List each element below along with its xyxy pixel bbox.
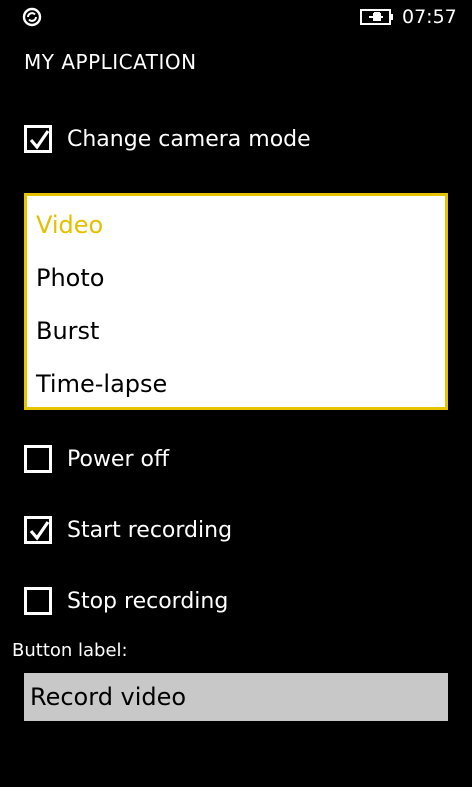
clock: 07:57 xyxy=(402,6,457,28)
button-label-input[interactable]: Record video xyxy=(24,673,448,721)
start-recording-checkbox[interactable]: Start recording xyxy=(24,513,232,547)
list-item-time-lapse[interactable]: Time-lapse xyxy=(36,370,167,398)
stop-recording-checkbox[interactable]: Stop recording xyxy=(24,584,228,618)
checkbox-box[interactable] xyxy=(24,125,52,153)
power-off-checkbox[interactable]: Power off xyxy=(24,442,169,476)
checkmark-icon xyxy=(29,130,50,150)
checkbox-label: Stop recording xyxy=(67,588,229,614)
list-item-video[interactable]: Video xyxy=(36,211,103,239)
checkbox-label: Change camera mode xyxy=(67,126,311,152)
checkbox-label: Power off xyxy=(67,446,170,472)
checkbox-box[interactable] xyxy=(24,445,52,473)
app-title: MY APPLICATION xyxy=(24,50,197,74)
checkbox-box[interactable] xyxy=(24,587,52,615)
checkbox-label: Start recording xyxy=(67,517,233,543)
camera-mode-list[interactable]: Video Photo Burst Time-lapse xyxy=(24,193,448,410)
change-camera-mode-checkbox[interactable]: Change camera mode xyxy=(24,122,311,156)
battery-charging-icon xyxy=(360,9,393,25)
checkbox-box[interactable] xyxy=(24,516,52,544)
list-item-burst[interactable]: Burst xyxy=(36,317,99,345)
sync-icon xyxy=(22,7,42,27)
checkmark-icon xyxy=(29,521,50,541)
button-label-caption: Button label: xyxy=(12,640,128,661)
list-item-photo[interactable]: Photo xyxy=(36,264,104,292)
status-bar: 07:57 xyxy=(0,0,472,34)
